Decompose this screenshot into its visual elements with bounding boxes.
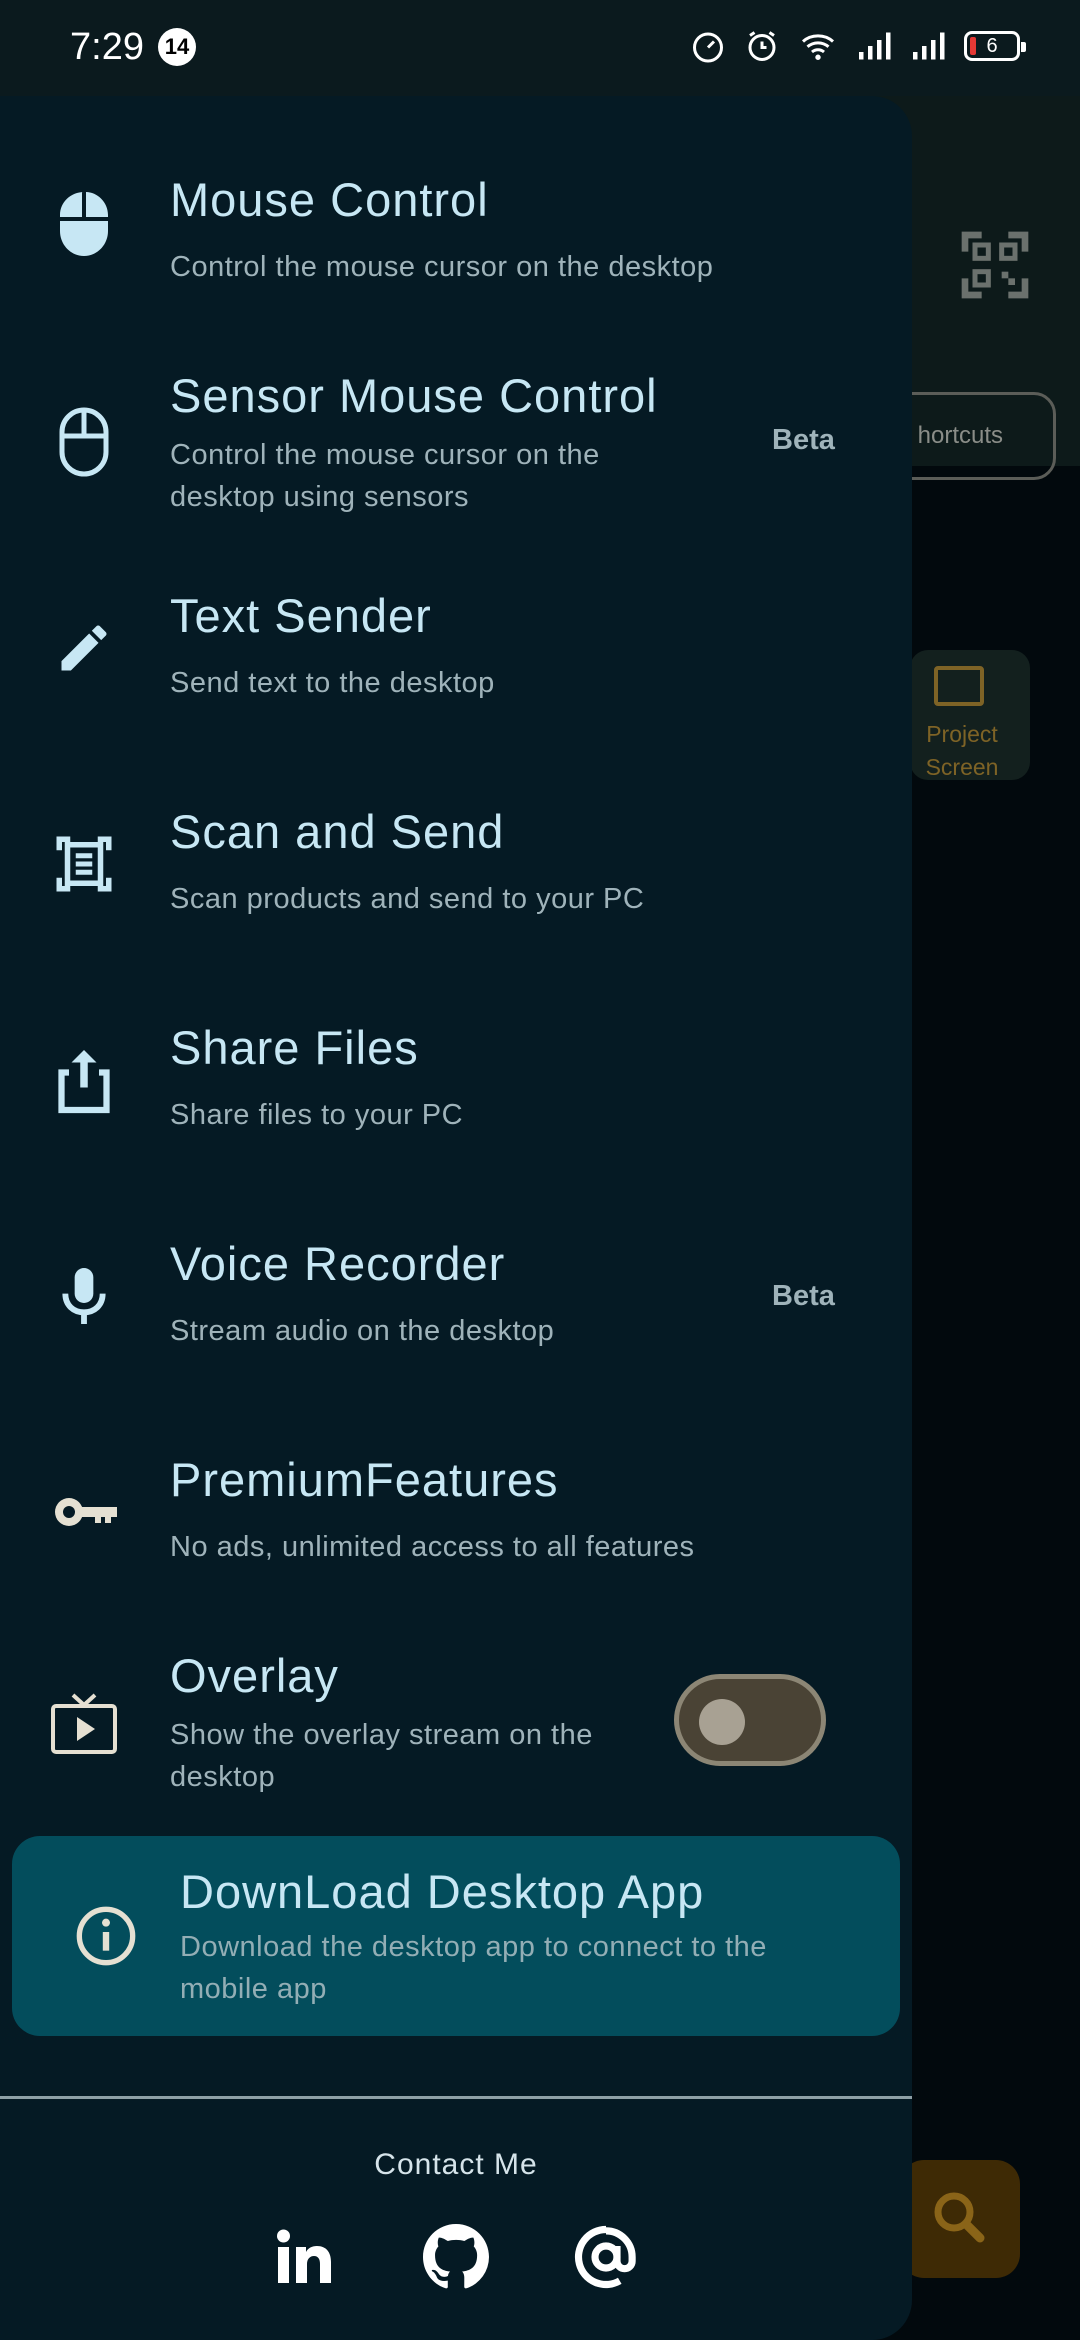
contact-label: Contact Me	[374, 2148, 538, 2181]
menu-item-title: Voice Recorder	[170, 1237, 506, 1290]
battery-icon: 6	[964, 31, 1026, 61]
wifi-icon	[801, 34, 835, 60]
speedometer-icon	[693, 32, 723, 63]
menu-item-subtitle: Share files to your PC	[170, 1099, 464, 1131]
beta-badge: Beta	[772, 1280, 835, 1312]
navigation-drawer: Mouse Control Control the mouse cursor o…	[0, 96, 912, 2340]
menu-item-title: Text Sender	[170, 589, 432, 642]
info-icon	[70, 1900, 142, 1972]
menu-item-title: Share Files	[170, 1021, 419, 1074]
status-time: 7:29	[70, 26, 144, 68]
menu-item-subtitle: Stream audio on the desktop	[170, 1315, 555, 1347]
qr-code-icon[interactable]	[955, 225, 1035, 305]
pencil-icon	[48, 612, 120, 684]
beta-badge: Beta	[772, 424, 835, 456]
overlay-toggle[interactable]	[674, 1674, 826, 1766]
battery-level: 6	[986, 35, 998, 57]
menu-item-title: Sensor Mouse Control	[170, 369, 658, 422]
menu-item-subtitle: No ads, unlimited access to all features	[170, 1531, 695, 1563]
menu-item-title: Overlay	[170, 1649, 339, 1702]
menu-item-download-desktop-app[interactable]: DownLoad Desktop App Download the deskto…	[12, 1836, 900, 2036]
menu-item-subtitle: Show the overlay stream on the desktop	[170, 1719, 593, 1793]
drawer-divider	[0, 2096, 912, 2099]
status-icons: 6	[690, 28, 1026, 64]
status-bar: 7:29 14 6	[0, 0, 1080, 96]
share-upload-icon	[48, 1044, 120, 1116]
microphone-icon	[48, 1260, 120, 1332]
mouse-outline-icon	[48, 406, 120, 478]
signal-2-icon	[913, 32, 945, 60]
menu-item-subtitle: Scan products and send to your PC	[170, 883, 645, 915]
key-icon	[46, 1476, 126, 1548]
document-scanner-icon	[48, 828, 120, 900]
notification-count-badge: 14	[158, 28, 196, 66]
signal-1-icon	[859, 32, 891, 60]
menu-item-sensor-mouse-control[interactable]: Sensor Mouse Control Control the mouse c…	[0, 96, 912, 516]
menu-item-overlay[interactable]: Overlay Show the overlay stream on the d…	[0, 96, 912, 1793]
github-icon[interactable]	[423, 2224, 489, 2290]
live-tv-icon	[48, 1688, 120, 1760]
menu-item-subtitle: Send text to the desktop	[170, 667, 495, 699]
toggle-knob	[699, 1699, 745, 1745]
menu-item-subtitle: Download the desktop app to connect to t…	[180, 1931, 767, 2005]
search-icon	[934, 2192, 985, 2243]
menu-item-subtitle: Control the mouse cursor on the desktop …	[170, 439, 600, 513]
menu-item-title: Scan and Send	[170, 805, 505, 858]
email-at-icon[interactable]	[573, 2224, 639, 2290]
linkedin-icon[interactable]	[273, 2224, 339, 2290]
project-screen-label: Project Screen	[925, 721, 999, 780]
screen-upload-icon	[934, 666, 984, 706]
menu-item-title: PremiumFeatures	[170, 1453, 559, 1506]
social-links	[0, 2224, 912, 2290]
alarm-icon	[748, 31, 776, 61]
menu-item-title: DownLoad Desktop App	[180, 1865, 705, 1918]
search-fab[interactable]	[900, 2160, 1020, 2278]
